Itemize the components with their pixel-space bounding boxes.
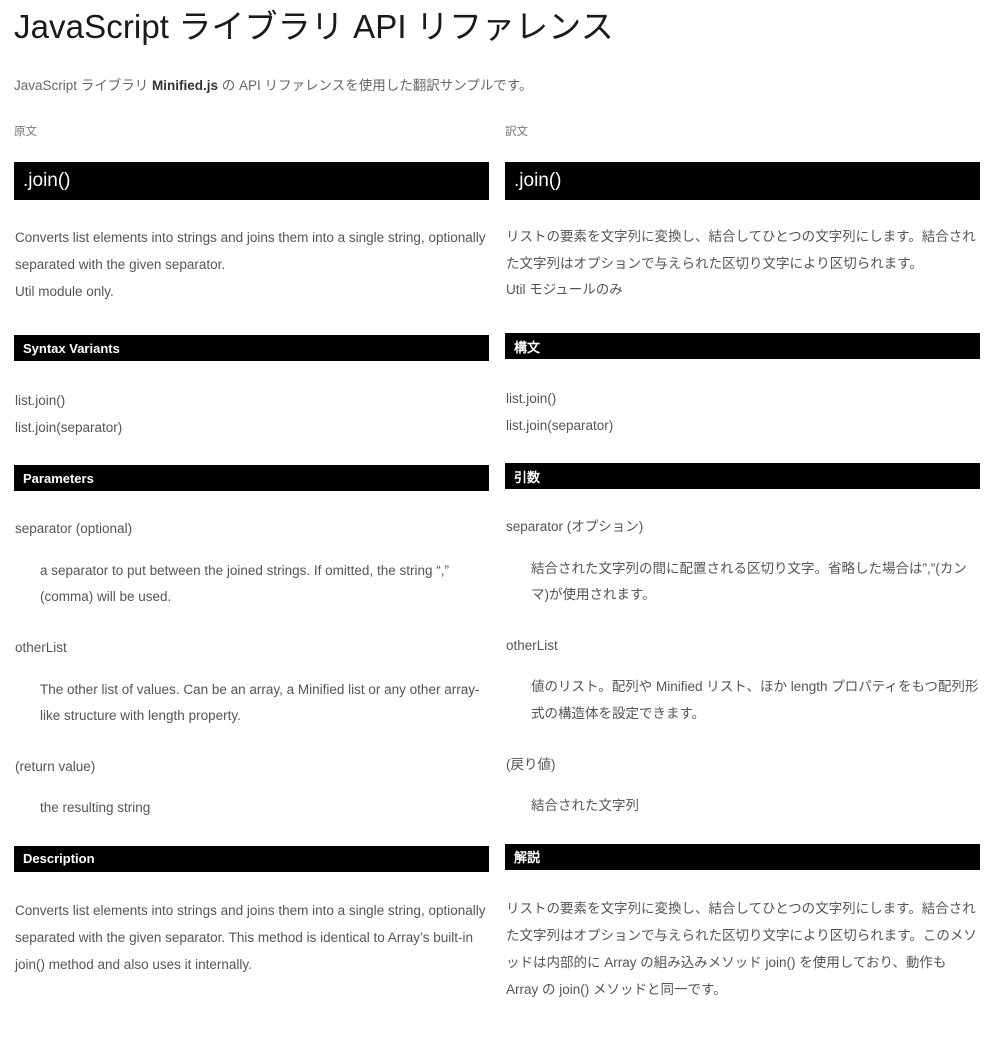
source-description-heading: Description <box>23 851 95 867</box>
target-description-heading: 解説 <box>514 850 541 866</box>
target-syntax-heading-bar: 構文 <box>505 333 980 360</box>
source-syntax-line: list.join() <box>15 393 66 409</box>
source-column-label: 原文 <box>14 126 37 139</box>
target-parameter-description-text: 値のリスト。配列や Minified リスト、ほか length プロパティをも… <box>531 679 979 721</box>
target-parameter-name: otherList <box>506 638 558 654</box>
source-summary-note: Util module only. <box>15 284 114 300</box>
source-parameter-name: otherList <box>15 640 67 656</box>
target-parameter-description: 結合された文字列の間に配置される区切り文字。省略した場合は”,”(カンマ)が使用… <box>505 540 980 609</box>
target-description-block: リストの要素を文字列に変換し、結合してひとつの文字列にします。結合された文字列は… <box>505 870 980 1003</box>
source-parameters-heading: Parameters <box>23 470 94 486</box>
target-return-value-name: (戻り値) <box>506 757 556 773</box>
target-method-title-bar: .join() <box>505 162 980 201</box>
source-return-value-name: (return value) <box>15 759 96 775</box>
source-syntax-heading: Syntax Variants <box>23 340 120 356</box>
target-description: リストの要素を文字列に変換し、結合してひとつの文字列にします。結合された文字列は… <box>506 900 977 997</box>
source-description: Converts list elements into strings and … <box>15 902 486 972</box>
source-description-block: Converts list elements into strings and … <box>14 872 489 978</box>
source-parameter-description: a separator to put between the joined st… <box>14 542 489 611</box>
page-title: JavaScript ライブラリ API リファレンス <box>14 8 614 45</box>
target-column: 訳文 .join() リストの要素を文字列に変換し、結合してひとつの文字列にしま… <box>505 126 980 1002</box>
target-method-title: .join() <box>514 170 562 192</box>
source-parameters-heading-bar: Parameters <box>14 465 489 492</box>
library-name: Minified.js <box>152 77 219 93</box>
source-summary: Converts list elements into strings and … <box>15 230 486 273</box>
source-column: 原文 .join() Converts list elements into s… <box>14 126 489 1002</box>
target-parameters-heading-bar: 引数 <box>505 463 980 490</box>
source-method-title: .join() <box>23 170 71 192</box>
source-return-value-description: the resulting string <box>14 779 489 821</box>
source-method-title-bar: .join() <box>14 162 489 201</box>
source-parameter-description-text: a separator to put between the joined st… <box>40 562 449 604</box>
target-syntax-heading: 構文 <box>514 339 541 355</box>
target-return-value-description: 結合された文字列 <box>505 777 980 819</box>
source-parameter-description: The other list of values. Can be an arra… <box>14 661 489 730</box>
source-syntax-block: list.join() list.join(separator) <box>14 361 489 441</box>
source-parameter-name: separator (optional) <box>15 521 133 537</box>
source-summary-block: Converts list elements into strings and … <box>14 200 489 305</box>
source-parameter-description-text: The other list of values. Can be an arra… <box>40 681 480 723</box>
page-subtitle: JavaScript ライブラリ Minified.js の API リファレン… <box>14 49 986 97</box>
target-parameter-name: separator (オプション) <box>506 519 644 535</box>
page-subtitle-before: JavaScript ライブラリ <box>14 77 153 93</box>
comparison-columns: 原文 .join() Converts list elements into s… <box>14 96 986 1002</box>
source-description-heading-bar: Description <box>14 845 489 872</box>
target-syntax-line: list.join() <box>506 391 557 407</box>
page-subtitle-after: の API リファレンスを使用した翻訳サンプルです。 <box>218 77 533 93</box>
target-column-label: 訳文 <box>505 126 528 139</box>
target-summary-note: Util モジュールのみ <box>506 281 623 297</box>
source-return-value-description-text: the resulting string <box>40 800 151 816</box>
target-return-value-description-text: 結合された文字列 <box>531 798 639 814</box>
source-syntax-heading-bar: Syntax Variants <box>14 335 489 362</box>
source-syntax-line: list.join(separator) <box>15 420 123 436</box>
target-parameters-heading: 引数 <box>514 469 541 485</box>
target-syntax-line: list.join(separator) <box>506 418 614 434</box>
target-parameter-description: 値のリスト。配列や Minified リスト、ほか length プロパティをも… <box>505 658 980 727</box>
target-syntax-block: list.join() list.join(separator) <box>505 359 980 439</box>
api-reference-page: JavaScript ライブラリ API リファレンス JavaScript ラ… <box>0 0 1000 1052</box>
target-summary: リストの要素を文字列に変換し、結合してひとつの文字列にします。結合された文字列は… <box>506 229 976 271</box>
target-description-heading-bar: 解説 <box>505 843 980 870</box>
target-summary-block: リストの要素を文字列に変換し、結合してひとつの文字列にします。結合された文字列は… <box>505 200 980 303</box>
target-parameter-description-text: 結合された文字列の間に配置される区切り文字。省略した場合は”,”(カンマ)が使用… <box>531 560 967 602</box>
